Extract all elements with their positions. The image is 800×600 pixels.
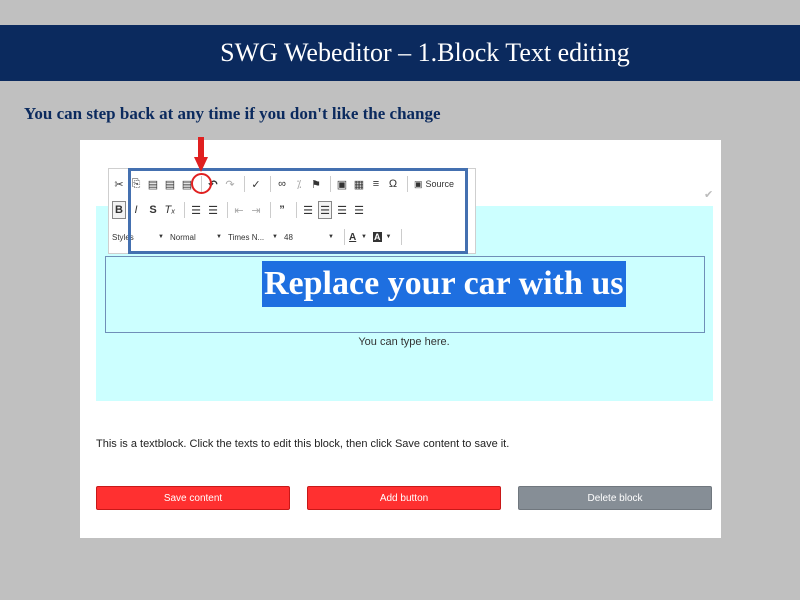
delete-block-button[interactable]: Delete block bbox=[518, 486, 712, 510]
selected-headline[interactable]: Replace your car with us bbox=[262, 261, 626, 307]
slide-title: SWG Webeditor – 1.Block Text editing bbox=[220, 38, 630, 67]
undo-highlight-circle bbox=[191, 173, 212, 194]
title-bar: SWG Webeditor – 1.Block Text editing bbox=[0, 25, 800, 81]
check-icon: ✔ bbox=[704, 189, 714, 201]
bold-icon[interactable]: B bbox=[112, 201, 126, 219]
toolbar-highlight-frame bbox=[128, 168, 468, 254]
add-button-button[interactable]: Add button bbox=[307, 486, 501, 510]
instruction-text: This is a textblock. Click the texts to … bbox=[96, 438, 510, 450]
type-here-text[interactable]: You can type here. bbox=[80, 336, 728, 348]
save-content-button[interactable]: Save content bbox=[96, 486, 290, 510]
slide-subtitle: You can step back at any time if you don… bbox=[24, 104, 441, 123]
editor-screenshot: ✔ Replace your car with us You can type … bbox=[80, 137, 721, 538]
red-arrow-icon bbox=[194, 137, 208, 172]
cut-icon[interactable]: ✂ bbox=[112, 175, 126, 193]
